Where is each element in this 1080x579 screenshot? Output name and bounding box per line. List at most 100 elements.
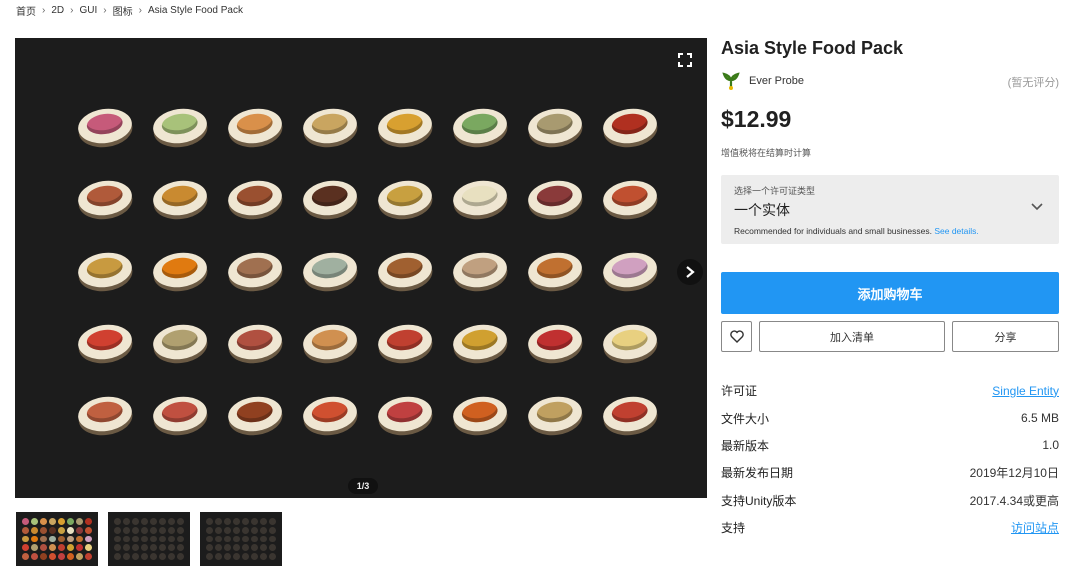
food-dish-icon [292, 90, 367, 162]
thumbnail-dish [58, 553, 65, 560]
thumbnail-dish [58, 544, 65, 552]
food-dish-icon [442, 162, 517, 234]
thumbnail-dish [168, 526, 175, 534]
breadcrumb-gui[interactable]: GUI [79, 5, 97, 16]
thumbnail-dish [67, 526, 74, 534]
food-dish-icon [292, 306, 367, 378]
thumbnail-dish [159, 518, 166, 525]
license-note-text: Recommended for individuals and small bu… [734, 226, 932, 236]
add-to-cart-button[interactable]: 添加购物车 [721, 272, 1059, 314]
heart-icon [729, 330, 744, 343]
food-dish-icon [142, 378, 217, 450]
food-dish-icon [517, 306, 592, 378]
thumbnail-dish [177, 518, 184, 525]
thumbnail-dish [242, 526, 249, 534]
info-row-support: 支持 访问站点 [721, 514, 1059, 541]
thumbnail-dish [40, 518, 47, 525]
info-row-unity-version: 支持Unity版本 2017.4.34或更高 [721, 487, 1059, 514]
thumbnail-dish [49, 535, 56, 543]
food-dish-icon [442, 234, 517, 306]
thumbnail-dish [177, 526, 184, 534]
food-dish-icon [142, 162, 217, 234]
thumbnail-dish [49, 553, 56, 560]
thumbnail-dish [114, 535, 121, 543]
thumbnail-dish [177, 544, 184, 552]
thumbnail-dish [49, 544, 56, 552]
visit-site-link[interactable]: 访问站点 [1011, 519, 1059, 536]
share-button[interactable]: 分享 [952, 321, 1059, 352]
fullscreen-icon[interactable] [677, 52, 693, 68]
thumbnail-dish [40, 544, 47, 552]
food-dish-icon [367, 90, 442, 162]
food-dish-icon [67, 162, 142, 234]
chevron-right-icon [686, 266, 695, 278]
info-row-license: 许可证 Single Entity [721, 377, 1059, 404]
breadcrumb-icons[interactable]: 图标 [113, 3, 133, 18]
thumbnail-dish [260, 553, 267, 560]
thumbnail-dish [150, 535, 157, 543]
breadcrumb-2d[interactable]: 2D [51, 5, 64, 16]
thumbnail-dish [141, 544, 148, 552]
food-dish-icon [592, 378, 667, 450]
chevron-right-icon: › [42, 5, 46, 16]
info-key: 最新版本 [721, 438, 770, 453]
thumbnail-dish [150, 553, 157, 560]
thumbnail-dish [206, 518, 213, 525]
info-key: 最新发布日期 [721, 466, 794, 481]
food-dish-icon [292, 378, 367, 450]
main-image-gallery[interactable]: 1/3 [15, 38, 707, 498]
thumbnail-dish [58, 526, 65, 534]
thumbnail-dish [132, 526, 139, 534]
thumbnail-dish [251, 553, 258, 560]
thumbnail-strip [14, 510, 282, 568]
thumbnail-dish [31, 526, 38, 534]
food-dish-icon [592, 306, 667, 378]
favorite-button[interactable] [721, 321, 752, 352]
thumbnail-dish [141, 518, 148, 525]
license-link[interactable]: Single Entity [992, 384, 1059, 398]
thumbnail-dish [206, 544, 213, 552]
food-dish-icon [367, 378, 442, 450]
thumbnail-dish [233, 535, 240, 543]
thumbnail-dish [233, 518, 240, 525]
food-dish-icon [217, 306, 292, 378]
publisher[interactable]: Ever Probe [721, 71, 804, 91]
price: $12.99 [721, 106, 792, 132]
thumbnail-dish [31, 544, 38, 552]
thumbnail-dish [233, 544, 240, 552]
thumbnail-dish [22, 535, 29, 543]
license-note: Recommended for individuals and small bu… [734, 226, 979, 236]
thumbnail-dish [123, 535, 130, 543]
product-title: Asia Style Food Pack [721, 38, 904, 58]
info-key: 许可证 [721, 384, 758, 399]
thumbnail-dish [206, 535, 213, 543]
chevron-down-icon [1031, 203, 1043, 211]
thumbnail-dish [114, 526, 121, 534]
chevron-right-icon: › [70, 5, 74, 16]
thumbnail-dish [251, 526, 258, 534]
breadcrumb-home[interactable]: 首页 [16, 3, 36, 18]
license-select[interactable]: 选择一个许可证类型 一个实体 Recommended for individua… [721, 175, 1059, 244]
thumbnail-dish [123, 544, 130, 552]
see-details-link[interactable]: See details. [934, 226, 978, 236]
publisher-name[interactable]: Ever Probe [749, 75, 804, 87]
thumbnail-dish [85, 518, 92, 525]
add-to-wishlist-button[interactable]: 加入清单 [759, 321, 945, 352]
thumbnail-dish [168, 518, 175, 525]
thumbnail-dish [242, 544, 249, 552]
thumbnail-dish [49, 526, 56, 534]
next-image-button[interactable] [677, 259, 703, 285]
thumbnail-dish [76, 553, 83, 560]
info-row-version: 最新版本 1.0 [721, 432, 1059, 459]
chevron-right-icon: › [138, 5, 142, 16]
food-dish-icon [442, 306, 517, 378]
thumbnail-dish [168, 535, 175, 543]
thumbnail-3[interactable] [200, 512, 282, 566]
thumbnail-1[interactable] [14, 510, 100, 568]
thumbnail-dish [132, 544, 139, 552]
food-dish-icon [367, 234, 442, 306]
thumbnail-dish [31, 553, 38, 560]
thumbnail-dish [215, 553, 222, 560]
thumbnail-2[interactable] [108, 512, 190, 566]
info-key: 支持 [721, 521, 746, 536]
